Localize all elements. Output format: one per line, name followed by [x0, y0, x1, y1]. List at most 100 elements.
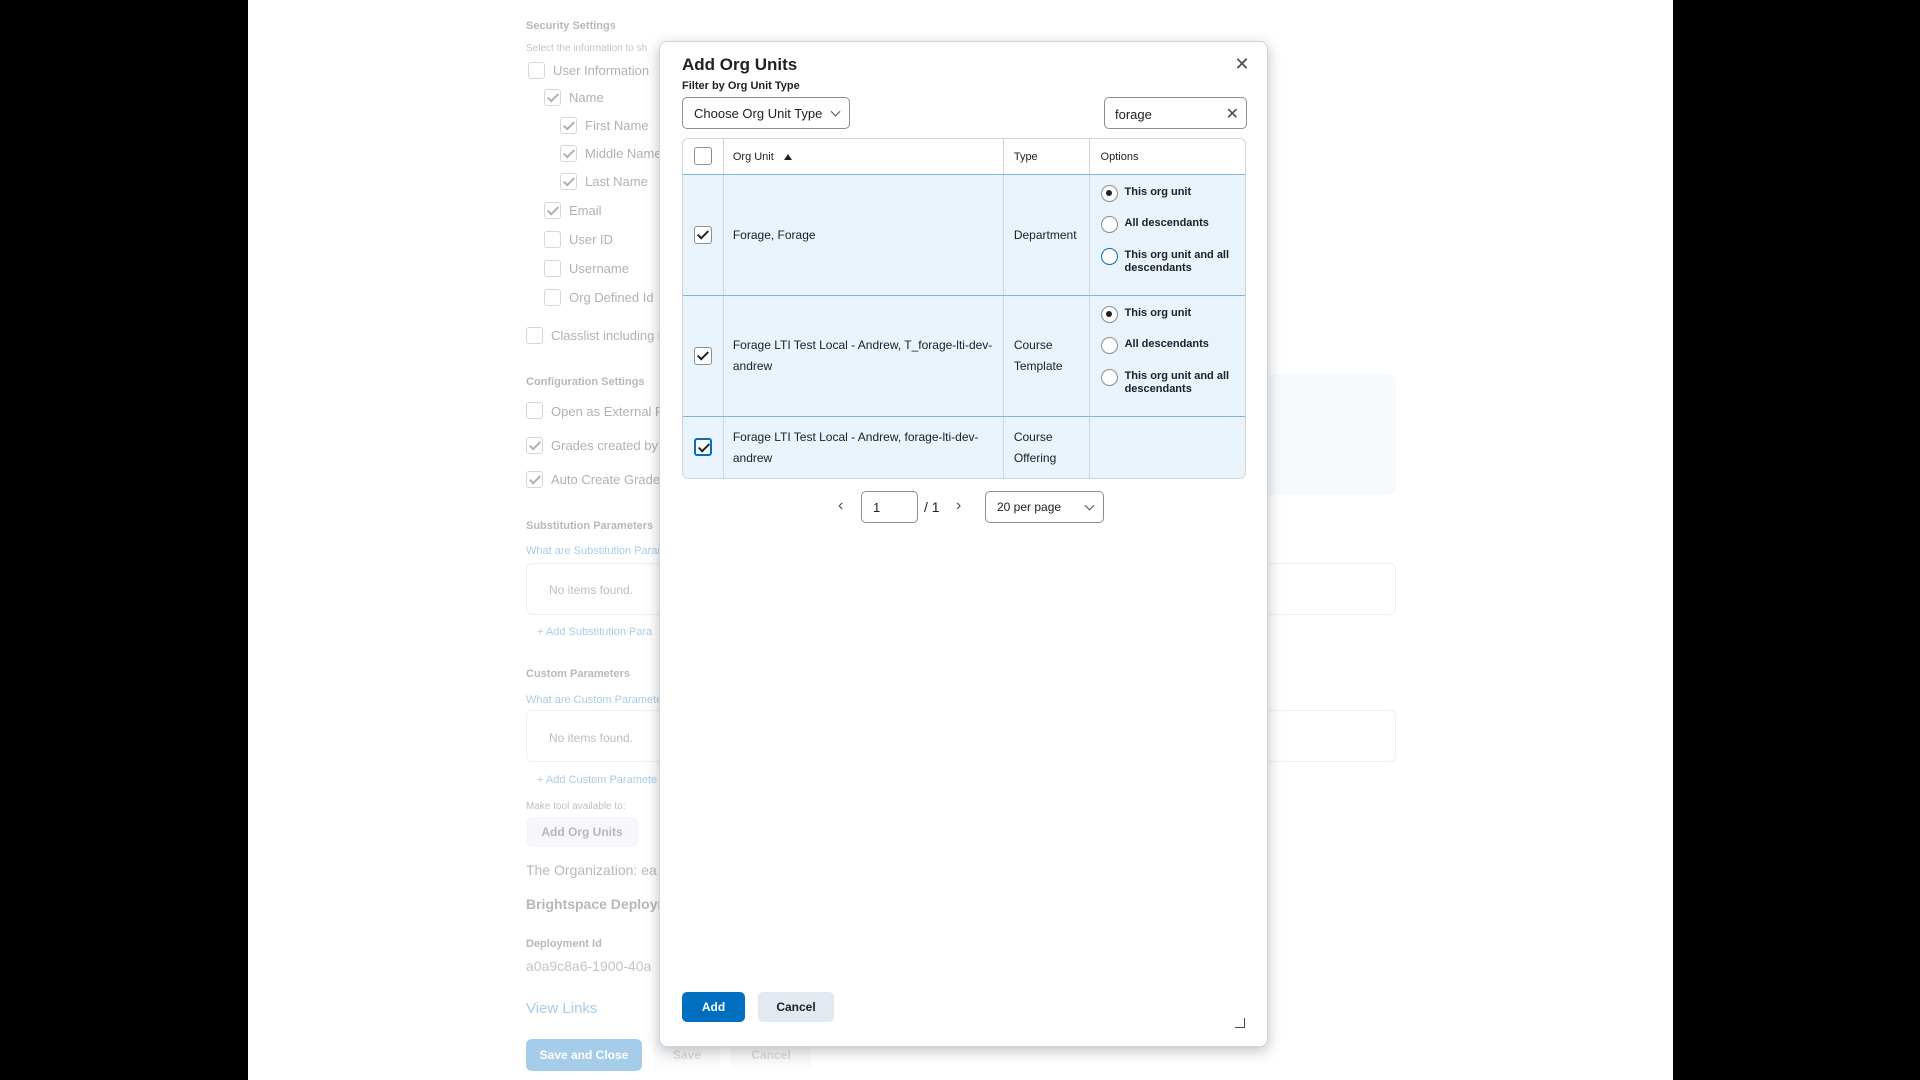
option-label: This org unit — [1124, 307, 1192, 319]
search-input[interactable] — [1115, 104, 1215, 124]
options-cell: This org unit All descendants This org u… — [1088, 296, 1245, 416]
close-icon[interactable]: ✕ — [1233, 54, 1251, 74]
radio-button[interactable] — [1100, 185, 1118, 202]
radio-button[interactable] — [1100, 248, 1118, 265]
user-id-checkbox[interactable] — [544, 231, 561, 248]
first-name-checkbox[interactable] — [560, 117, 577, 134]
substitution-parameters-heading: Substitution Parameters — [526, 520, 654, 532]
option-label: All descendants — [1124, 338, 1209, 350]
option-label: This org unit — [1124, 186, 1192, 198]
custom-parameters-heading: Custom Parameters — [526, 668, 630, 680]
org-unit-cell: Forage LTI Test Local - Andrew, T_forage… — [722, 296, 1003, 416]
row-checkbox-cell — [683, 296, 723, 416]
table-row[interactable]: Forage LTI Test Local - Andrew, forage-l… — [683, 416, 1245, 478]
add-button[interactable]: Add — [682, 992, 745, 1022]
classlist-label: Classlist including us — [551, 328, 672, 343]
per-page-value: 20 per page — [997, 500, 1062, 514]
user-id-label: User ID — [569, 232, 614, 247]
grades-created-checkbox[interactable] — [526, 437, 543, 454]
clear-search-icon[interactable]: ✕ — [1226, 104, 1239, 124]
option-this-org-unit[interactable]: This org unit — [1100, 306, 1230, 323]
page-total: / 1 — [924, 499, 940, 515]
select-info-text: Select the information to sh — [526, 43, 648, 54]
org-unit-type-select[interactable]: Choose Org Unit Type — [682, 97, 850, 129]
add-custom-label: Add Custom Paramete — [545, 774, 658, 786]
org-defined-id-checkbox[interactable] — [544, 289, 561, 306]
middle-name-checkbox[interactable] — [560, 145, 577, 162]
deployment-id-value: a0a9c8a6-1900-40a — [526, 958, 652, 974]
radio-button[interactable] — [1100, 306, 1118, 323]
type-cell: Course Offering — [1002, 417, 1089, 478]
add-substitution-label: Add Substitution Para — [545, 626, 653, 638]
row-checkbox[interactable] — [694, 438, 712, 456]
save-and-close-button[interactable]: Save and Close — [526, 1039, 642, 1071]
open-external-checkbox[interactable] — [526, 402, 543, 419]
name-checkbox[interactable] — [544, 89, 561, 106]
search-field[interactable]: ✕ — [1104, 97, 1247, 129]
table-row[interactable]: Forage LTI Test Local - Andrew, T_forage… — [683, 295, 1245, 416]
type-cell: Department — [1002, 175, 1089, 295]
what-are-substitution-link[interactable]: What are Substitution Param — [526, 545, 667, 557]
organization-text: The Organization: ea — [526, 862, 657, 878]
org-unit-type-select-value: Choose Org Unit Type — [694, 105, 823, 121]
type-header: Type — [1002, 139, 1089, 174]
no-items-custom: No items found. — [549, 731, 634, 745]
add-custom-link[interactable]: + Add Custom Paramete — [537, 774, 657, 786]
name-label: Name — [569, 90, 604, 105]
cancel-button[interactable]: Cancel — [758, 992, 834, 1022]
email-checkbox[interactable] — [544, 202, 561, 219]
org-unit-header[interactable]: Org Unit — [722, 139, 1003, 174]
page-number-input[interactable]: 1 — [861, 491, 918, 523]
per-page-select[interactable]: 20 per page — [985, 491, 1104, 523]
row-checkbox[interactable] — [694, 347, 712, 365]
view-links-link[interactable]: View Links — [526, 1000, 597, 1017]
chevron-right-icon[interactable]: › — [956, 497, 961, 515]
make-available-text: Make tool available to: — [526, 801, 626, 812]
row-checkbox-cell — [683, 417, 723, 478]
option-this-and-all-descendants[interactable]: This org unit and all descendants — [1100, 369, 1230, 396]
last-name-checkbox[interactable] — [560, 173, 577, 190]
brightspace-deployment-text: Brightspace Deploym — [526, 896, 670, 912]
radio-button[interactable] — [1100, 337, 1118, 354]
no-items-substitution: No items found. — [549, 583, 634, 597]
add-substitution-link[interactable]: + Add Substitution Para — [537, 626, 652, 638]
dialog-title: Add Org Units — [682, 55, 798, 74]
sort-ascending-icon — [783, 153, 792, 160]
org-unit-cell: Forage LTI Test Local - Andrew, forage-l… — [722, 417, 1003, 478]
radio-button[interactable] — [1100, 369, 1118, 386]
option-all-descendants[interactable]: All descendants — [1100, 216, 1230, 233]
middle-name-label: Middle Name — [585, 146, 662, 161]
chevron-left-icon[interactable]: ‹ — [838, 497, 843, 515]
radio-button[interactable] — [1100, 216, 1118, 233]
user-information-checkbox[interactable] — [528, 62, 545, 79]
options-cell — [1088, 417, 1245, 478]
resize-handle-icon[interactable] — [1235, 1018, 1245, 1028]
username-checkbox[interactable] — [544, 260, 561, 277]
configuration-settings-heading: Configuration Settings — [526, 376, 645, 388]
table-row[interactable]: Forage, Forage Department This org unit … — [683, 174, 1245, 295]
email-label: Email — [569, 203, 602, 218]
option-label: This org unit and all descendants — [1124, 249, 1230, 274]
option-this-and-all-descendants[interactable]: This org unit and all descendants — [1100, 248, 1230, 275]
security-settings-heading: Security Settings — [526, 20, 616, 32]
what-are-custom-link[interactable]: What are Custom Parameter — [526, 694, 666, 706]
options-header: Options — [1088, 139, 1245, 174]
org-defined-id-label: Org Defined Id — [569, 290, 654, 305]
option-label: All descendants — [1124, 217, 1209, 229]
bg-add-org-units-button[interactable]: Add Org Units — [526, 817, 638, 847]
row-checkbox[interactable] — [694, 226, 712, 244]
options-cell: This org unit All descendants This org u… — [1088, 175, 1245, 295]
select-all-checkbox[interactable] — [694, 147, 712, 165]
option-all-descendants[interactable]: All descendants — [1100, 337, 1230, 354]
classlist-checkbox[interactable] — [526, 327, 543, 344]
last-name-label: Last Name — [585, 174, 648, 189]
option-label: This org unit and all descendants — [1124, 370, 1230, 395]
table-header-row: Org Unit Type Options — [683, 139, 1245, 174]
org-unit-header-label: Org Unit — [732, 150, 774, 163]
option-this-org-unit[interactable]: This org unit — [1100, 185, 1230, 202]
bg-side-panel — [1248, 375, 1396, 495]
select-all-cell — [683, 139, 723, 174]
deployment-id-label: Deployment Id — [526, 938, 602, 950]
auto-create-grade-checkbox[interactable] — [526, 471, 543, 488]
auto-create-grade-label: Auto Create Grade I — [551, 472, 668, 487]
